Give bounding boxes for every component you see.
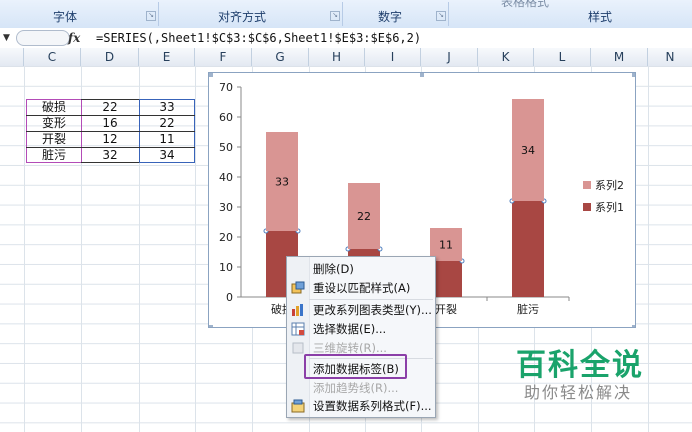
menu-item-label: 删除(D) <box>313 262 354 276</box>
column-header-g[interactable]: G <box>252 48 309 66</box>
chart-resize-handle <box>209 325 213 327</box>
table-cell-e[interactable]: 33 <box>139 99 195 115</box>
column-header-blank <box>0 48 24 66</box>
column-header-j[interactable]: J <box>421 48 478 66</box>
name-box[interactable] <box>16 30 70 46</box>
column-header-d[interactable]: D <box>81 48 139 66</box>
legend-label: 系列1 <box>595 200 624 214</box>
chart-resize-handle <box>420 73 424 77</box>
column-header-m[interactable]: M <box>591 48 648 66</box>
y-tick-label: 40 <box>219 171 233 184</box>
menu-item-highlight-box <box>304 354 407 379</box>
menu-item-label: 重设以匹配样式(A) <box>313 281 411 295</box>
bar-series1 <box>512 201 544 297</box>
data-label: 22 <box>357 210 371 223</box>
chart-type-icon <box>291 303 305 317</box>
table-cell-d[interactable]: 16 <box>81 115 139 131</box>
ribbon-group-strip: 字体 ↘ 对齐方式 ↘ 数字 ↘ 表格格式 样式 <box>0 0 692 29</box>
namebox-dropdown-icon[interactable]: ▼ <box>3 32 13 44</box>
ribbon-group-alignment: 对齐方式 <box>217 10 266 24</box>
menu-item-select-data[interactable]: 选择数据(E)... <box>287 320 435 339</box>
x-tick-label: 开裂 <box>435 303 457 316</box>
data-table: 破损 22 33 变形 16 22 开裂 12 11 脏污 32 34 <box>24 97 196 164</box>
table-cell-e[interactable]: 11 <box>139 131 195 147</box>
column-header-n[interactable]: N <box>648 48 692 66</box>
table-cell-label[interactable]: 脏污 <box>26 147 82 163</box>
reset-style-icon <box>291 281 305 295</box>
formula-bar: ▼ fx =SERIES(,Sheet1!$C$3:$C$6,Sheet1!$E… <box>0 28 692 49</box>
table-cell-d[interactable]: 22 <box>81 99 139 115</box>
watermark-subtitle: 助你轻松解决 <box>524 383 633 402</box>
menu-separator <box>309 299 433 300</box>
y-tick-label: 0 <box>226 291 233 304</box>
insert-function-icon[interactable]: fx <box>68 30 86 46</box>
menu-item-reset-style[interactable]: 重设以匹配样式(A) <box>287 279 435 298</box>
rotate-3d-icon <box>291 341 305 355</box>
menu-item-label: 设置数据系列格式(F)... <box>313 399 432 413</box>
data-label: 11 <box>439 239 453 252</box>
legend-swatch <box>583 181 591 189</box>
number-dialog-launcher-icon[interactable]: ↘ <box>436 11 446 21</box>
menu-item-add-trendline[interactable]: 添加趋势线(R)... <box>287 379 435 398</box>
y-tick-label: 20 <box>219 231 233 244</box>
ribbon-group-number: 数字 <box>377 10 402 24</box>
menu-item-delete[interactable]: 删除(D) <box>287 260 435 279</box>
y-tick-label: 70 <box>219 81 233 94</box>
table-cell-label[interactable]: 开裂 <box>26 131 82 147</box>
select-data-icon <box>291 322 305 336</box>
format-series-icon <box>291 399 305 413</box>
legend-label: 系列2 <box>595 178 624 192</box>
group-divider <box>158 2 159 26</box>
ribbon-group-styles: 样式 <box>587 10 612 24</box>
column-header-h[interactable]: H <box>309 48 365 66</box>
menu-item-label: 更改系列图表类型(Y)... <box>313 303 432 317</box>
font-dialog-launcher-icon[interactable]: ↘ <box>146 11 156 21</box>
column-header-l[interactable]: L <box>534 48 591 66</box>
y-tick-label: 50 <box>219 141 233 154</box>
menu-item-label: 选择数据(E)... <box>313 322 387 336</box>
column-header-c[interactable]: C <box>24 48 81 66</box>
table-cell-d[interactable]: 32 <box>81 147 139 163</box>
watermark-title: 百科全说 <box>516 348 644 383</box>
formula-input[interactable]: =SERIES(,Sheet1!$C$3:$C$6,Sheet1!$E$3:$E… <box>96 30 421 46</box>
column-header-i[interactable]: I <box>365 48 421 66</box>
column-header-f[interactable]: F <box>195 48 252 66</box>
menu-item-format-data-series[interactable]: 设置数据系列格式(F)... <box>287 397 435 416</box>
table-cell-e[interactable]: 22 <box>139 115 195 131</box>
column-header-e[interactable]: E <box>139 48 195 66</box>
table-cell-d[interactable]: 12 <box>81 131 139 147</box>
y-tick-label: 10 <box>219 261 233 274</box>
data-label: 34 <box>521 144 535 157</box>
table-cell-label[interactable]: 变形 <box>26 115 82 131</box>
table-cell-label[interactable]: 破损 <box>26 99 82 115</box>
menu-item-label: 添加趋势线(R)... <box>313 381 399 395</box>
menu-item-change-chart-type[interactable]: 更改系列图表类型(Y)... <box>287 301 435 320</box>
data-label: 33 <box>275 176 289 189</box>
chart-resize-handle <box>632 73 635 77</box>
group-divider <box>448 2 449 26</box>
legend-swatch <box>583 203 591 211</box>
y-tick-label: 60 <box>219 111 233 124</box>
column-header-row: C D E F G H I J K L M N <box>0 48 692 67</box>
column-header-k[interactable]: K <box>478 48 534 66</box>
group-divider <box>342 2 343 26</box>
x-tick-label: 脏污 <box>517 303 539 316</box>
table-cell-e[interactable]: 34 <box>139 147 195 163</box>
context-menu: 删除(D) 重设以匹配样式(A) 更改系列图表类型(Y)... 选择数据(E).… <box>286 256 436 418</box>
watermark: 百科全说 助你轻松解决 <box>488 326 688 426</box>
y-tick-label: 30 <box>219 201 233 214</box>
chart-resize-handle <box>209 73 213 77</box>
alignment-dialog-launcher-icon[interactable]: ↘ <box>330 11 340 21</box>
ribbon-group-font: 字体 <box>52 10 77 24</box>
